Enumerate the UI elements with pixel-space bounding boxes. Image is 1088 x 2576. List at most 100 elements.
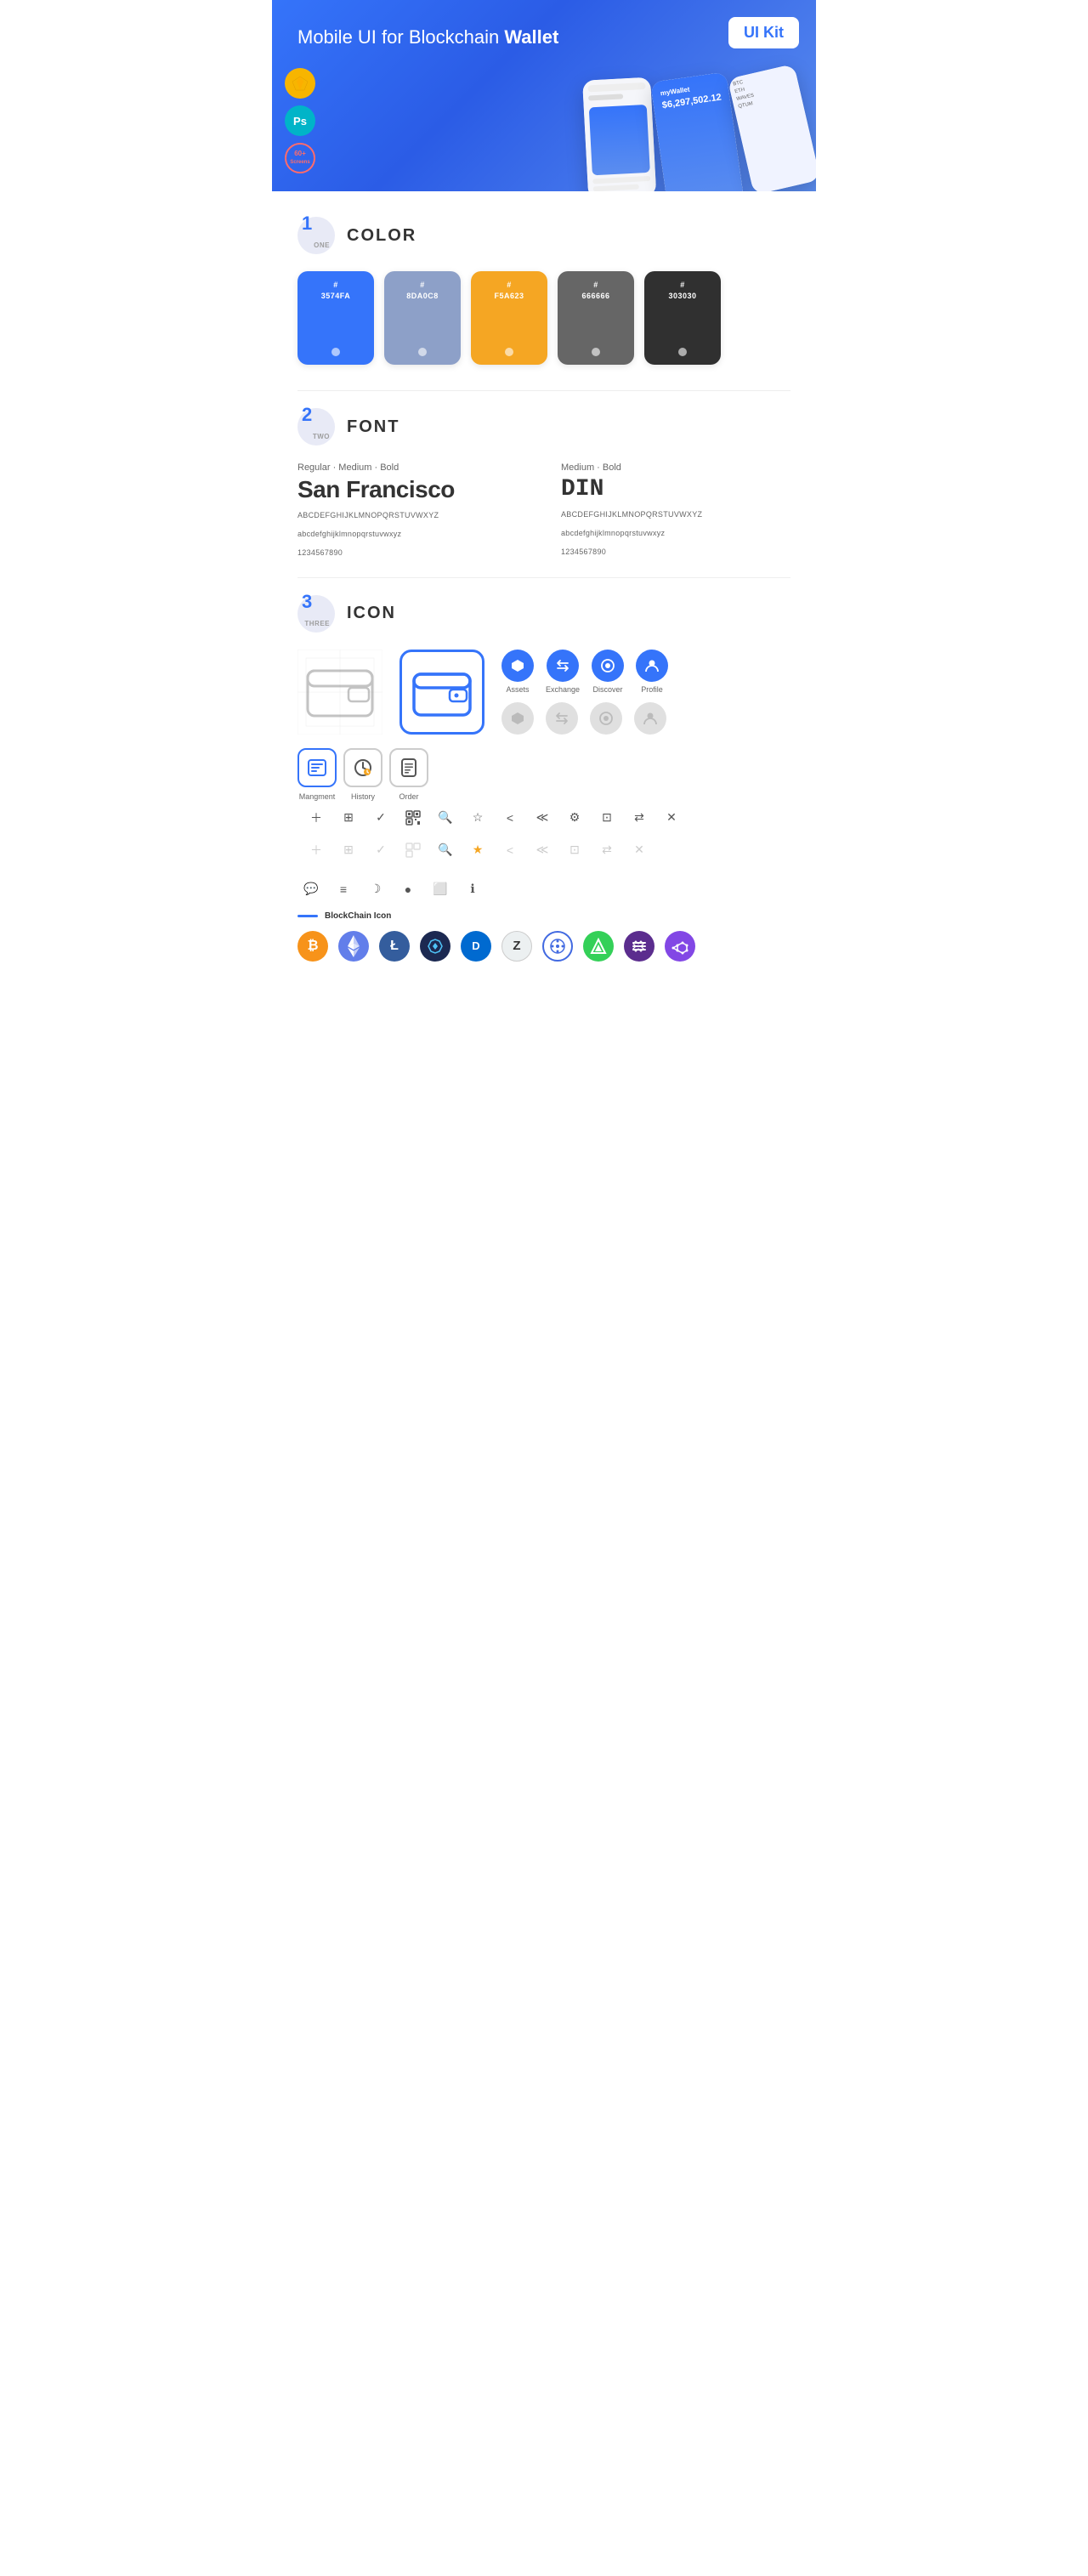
management-icon <box>298 748 337 787</box>
discover-icon-box: Discover <box>592 650 624 694</box>
share-faded-icon: ≪ <box>532 840 552 860</box>
font-sf: Regular · Medium · Bold San Francisco AB… <box>298 462 527 560</box>
zcash-icon: Z <box>502 931 532 962</box>
grid-faded-icon: ⊞ <box>338 840 359 860</box>
phone-mockup-1 <box>582 77 656 191</box>
font-din: Medium · Bold DIN ABCDEFGHIJKLMNOPQRSTUV… <box>561 462 790 560</box>
swatch-dark: #303030 <box>644 271 721 365</box>
management-icon-wrap: Mangment <box>298 748 337 801</box>
layers-icon: ≡ <box>333 879 354 899</box>
color-title: COLOR <box>347 226 416 246</box>
profile-icon-box: Profile <box>636 650 668 694</box>
qr-faded-icon <box>403 840 423 860</box>
extra-icons-row: 💬 ≡ ☽ ● ⬜ ℹ <box>301 879 790 899</box>
bottom-icons-row: Mangment History <box>298 748 790 867</box>
font-title: FONT <box>347 417 400 437</box>
expand-faded-icon: ⊡ <box>564 840 585 860</box>
star-icon: ☆ <box>468 808 488 828</box>
icon-title: ICON <box>347 604 396 623</box>
misc-icons-active: ＋ ⊞ ✓ 🔍 ☆ < <box>306 808 682 828</box>
swatch-orange: #F5A623 <box>471 271 547 365</box>
assets-gray-icon <box>502 702 534 735</box>
screens-badge: 60+Screens <box>285 143 315 173</box>
hero-title: Mobile UI for Blockchain Wallet <box>298 26 790 50</box>
search-faded-icon: 🔍 <box>435 840 456 860</box>
chevron-left-icon: < <box>500 808 520 828</box>
gear-icon: ⚙ <box>564 808 585 828</box>
dot-icon: ● <box>398 879 418 899</box>
ethereum-icon <box>338 931 369 962</box>
section-2-circle: 2 TWO <box>298 408 335 445</box>
nav-icons-panel: Assets Exchange <box>502 650 668 735</box>
main-content: 1 ONE COLOR #3574FA #8DA0C8 #F5A623 #666… <box>272 191 816 996</box>
chevron-left-faded-icon: < <box>500 840 520 860</box>
swatch-blue-gray: #8DA0C8 <box>384 271 461 365</box>
icon-main-row: Assets Exchange <box>298 650 790 735</box>
speech-icon: 💬 <box>301 879 321 899</box>
swatch-blue: #3574FA <box>298 271 374 365</box>
qr-icon <box>403 808 423 828</box>
section-1-circle: 1 ONE <box>298 217 335 254</box>
check-icon: ✓ <box>371 808 391 828</box>
info-icon: ℹ <box>462 879 483 899</box>
discover-icon <box>592 650 624 682</box>
misc-icons-panel: ＋ ⊞ ✓ 🔍 ☆ < <box>306 808 682 867</box>
stellar-icon <box>624 931 654 962</box>
font-section-header: 2 TWO FONT <box>298 408 790 445</box>
moon-icon: ☽ <box>366 879 386 899</box>
font-row: Regular · Medium · Bold San Francisco AB… <box>298 462 790 560</box>
wallet-filled-icon <box>400 650 484 735</box>
iota-icon <box>420 931 450 962</box>
ps-badge: Ps <box>285 105 315 136</box>
ui-kit-badge: UI Kit <box>728 17 799 48</box>
close-icon: ✕ <box>661 808 682 828</box>
icon-section-header: 3 THREE ICON <box>298 595 790 633</box>
hero-badges: Ps 60+Screens <box>285 68 315 173</box>
swap-icon: ⇄ <box>629 808 649 828</box>
litecoin-icon: Ł <box>379 931 410 962</box>
section-3-circle: 3 THREE <box>298 595 335 633</box>
sketch-badge <box>285 68 315 99</box>
blockchain-label: BlockChain Icon <box>325 911 391 921</box>
blockchain-line <box>298 915 318 917</box>
exchange-icon-box: Exchange <box>546 650 580 694</box>
assets-icon <box>502 650 534 682</box>
blockchain-label-row: BlockChain Icon <box>298 911 790 921</box>
exchange-gray-icon <box>546 702 578 735</box>
swap-faded-icon: ⇄ <box>597 840 617 860</box>
misc-icons-faded: ＋ ⊞ ✓ 🔍 ★ < ≪ ⊡ ⇄ ✕ <box>306 840 682 860</box>
bitcoin-icon: ₿ <box>298 931 328 962</box>
phone-mockup-3: BTC ETH WAVES QTUM <box>728 64 816 191</box>
assets-icon-box: Assets <box>502 650 534 694</box>
expand-icon: ⊡ <box>597 808 617 828</box>
dash-icon: D <box>461 931 491 962</box>
crypto-icons-row: ₿ Ł D Z <box>298 931 790 962</box>
chat-icon: ⬜ <box>430 879 450 899</box>
star-faded-icon: ★ <box>468 840 488 860</box>
color-swatches: #3574FA #8DA0C8 #F5A623 #666666 #303030 <box>298 271 790 365</box>
plus-faded-icon: ＋ <box>306 840 326 860</box>
nav-icons-gray-row <box>502 702 668 735</box>
profile-gray-icon <box>634 702 666 735</box>
plus-icon: ＋ <box>306 808 326 828</box>
hero-section: Mobile UI for Blockchain Wallet UI Kit P… <box>272 0 816 191</box>
discover-gray-icon <box>590 702 622 735</box>
exchange-icon <box>547 650 579 682</box>
wallet-outline-icon <box>298 650 382 735</box>
profile-icon <box>636 650 668 682</box>
share-icon: ≪ <box>532 808 552 828</box>
history-icon <box>343 748 382 787</box>
augur-icon <box>583 931 614 962</box>
order-icon-wrap: Order <box>389 748 428 801</box>
close-faded-icon: ✕ <box>629 840 649 860</box>
swatch-gray: #666666 <box>558 271 634 365</box>
color-section-header: 1 ONE COLOR <box>298 217 790 254</box>
nav-icons-blue-row: Assets Exchange <box>502 650 668 694</box>
check-faded-icon: ✓ <box>371 840 391 860</box>
search-icon: 🔍 <box>435 808 456 828</box>
order-icon <box>389 748 428 787</box>
history-icon-wrap: History <box>343 748 382 801</box>
grid-icon: ⊞ <box>338 808 359 828</box>
polygon-icon <box>665 931 695 962</box>
cardano-icon <box>542 931 573 962</box>
